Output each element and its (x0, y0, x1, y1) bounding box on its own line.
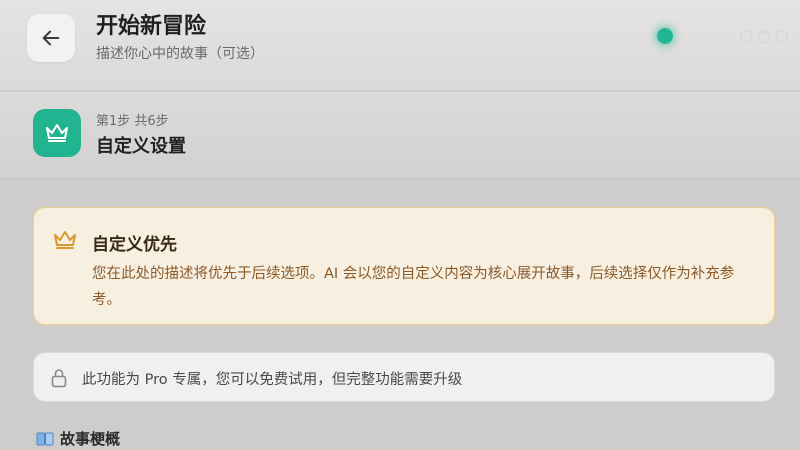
custom-priority-notice: 自定义优先 您在此处的描述将优先于后续选项。AI 会以您的自定义内容为核心展开故… (33, 207, 775, 325)
pro-notice-text: 此功能为 Pro 专属，您可以免费试用，但完整功能需要升级 (82, 372, 463, 388)
story-summary-label: 故事梗概 (36, 428, 120, 449)
section-title: 故事梗概 (60, 430, 121, 448)
header: 开始新冒险 描述你心中的故事（可选） (0, 0, 800, 91)
crown-icon (54, 231, 76, 249)
crown-icon (46, 124, 68, 142)
notice-body: 您在此处的描述将优先于后续选项。AI 会以您的自定义内容为核心展开故事，后续选择… (92, 266, 735, 308)
window-control-icon[interactable] (758, 31, 770, 43)
step-icon-badge (33, 109, 81, 157)
window-controls (740, 31, 788, 43)
pro-feature-notice: 此功能为 Pro 专属，您可以免费试用，但完整功能需要升级 (33, 352, 775, 402)
page-subtitle: 描述你心中的故事（可选） (96, 46, 264, 62)
step-count: 第1步 共6步 (96, 114, 169, 129)
window-control-icon[interactable] (740, 31, 752, 43)
step-title: 自定义设置 (96, 136, 186, 157)
step-indicator: 第1步 共6步 自定义设置 (0, 92, 800, 179)
status-dot-icon (657, 28, 673, 44)
page-title: 开始新冒险 (96, 14, 207, 39)
notice-title: 自定义优先 (92, 235, 177, 255)
lock-icon (51, 369, 67, 388)
book-icon (36, 432, 54, 445)
window-control-icon[interactable] (776, 31, 788, 43)
back-button[interactable] (27, 14, 75, 62)
arrow-left-icon (42, 30, 60, 46)
